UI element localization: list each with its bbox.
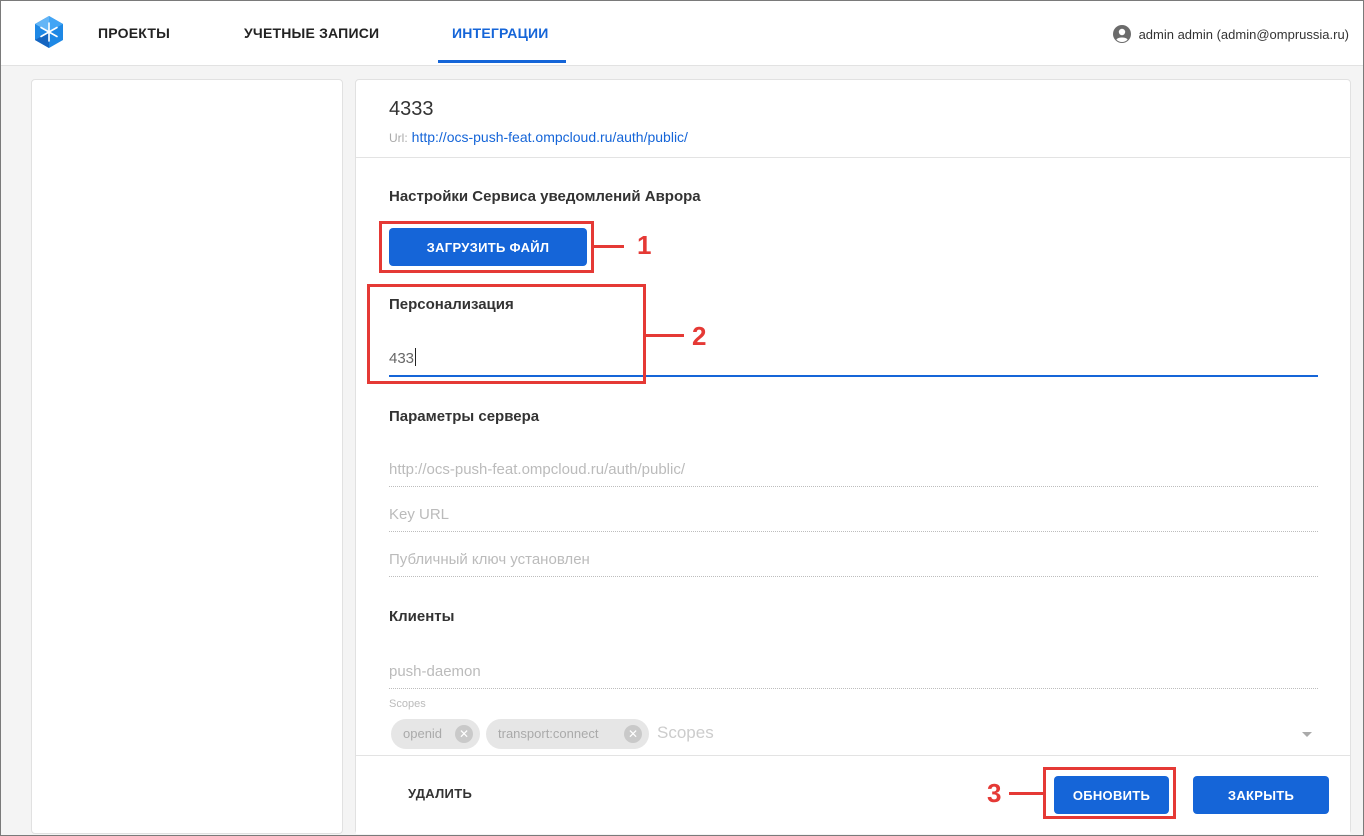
- user-name: admin admin (admin@omprussia.ru): [1138, 26, 1349, 42]
- delete-button[interactable]: УДАЛИТЬ: [408, 786, 472, 801]
- scope-chip-openid: openid ✕: [391, 719, 480, 749]
- nav-accounts[interactable]: УЧЕТНЫЕ ЗАПИСИ: [244, 1, 379, 65]
- user-menu[interactable]: admin admin (admin@omprussia.ru): [1112, 23, 1349, 45]
- scope-chip-transport-connect: transport:connect ✕: [486, 719, 649, 749]
- public-key-field[interactable]: Публичный ключ установлен: [389, 551, 1318, 577]
- chip-remove-icon[interactable]: ✕: [624, 725, 642, 743]
- annotation-line-2: [646, 334, 684, 337]
- integration-url-link[interactable]: http://ocs-push-feat.ompcloud.ru/auth/pu…: [412, 129, 688, 145]
- key-url-field[interactable]: Key URL: [389, 506, 1318, 532]
- dropdown-arrow-icon[interactable]: [1302, 732, 1312, 737]
- annotation-number-1: 1: [637, 230, 652, 260]
- panel-footer: УДАЛИТЬ ОБНОВИТЬ ЗАКРЫТЬ: [356, 755, 1350, 834]
- scopes-label: Scopes: [389, 698, 426, 710]
- scopes-placeholder: Scopes: [657, 723, 714, 742]
- client-name-field[interactable]: push-daemon: [389, 663, 1318, 689]
- chip-remove-icon[interactable]: ✕: [455, 725, 473, 743]
- clients-title: Клиенты: [389, 608, 455, 625]
- server-params-title: Параметры сервера: [389, 408, 540, 425]
- integrations-list-panel: [31, 79, 343, 834]
- annotation-number-2: 2: [692, 321, 707, 351]
- aurora-settings-title: Настройки Сервиса уведомлений Аврора: [389, 188, 701, 205]
- server-url-field[interactable]: http://ocs-push-feat.ompcloud.ru/auth/pu…: [389, 461, 1318, 487]
- annotation-box-2: [367, 284, 646, 384]
- annotation-box-3: [1043, 767, 1176, 819]
- annotation-number-3: 3: [987, 778, 1002, 808]
- annotation-box-1: [379, 221, 594, 273]
- nav-projects[interactable]: ПРОЕКТЫ: [98, 1, 170, 65]
- annotation-line-1: [594, 245, 624, 248]
- integration-url-line: Url: http://ocs-push-feat.ompcloud.ru/aut…: [389, 129, 688, 145]
- annotation-line-3: [1009, 792, 1043, 795]
- scope-chip-label: transport:connect: [498, 726, 599, 741]
- nav-integrations[interactable]: ИНТЕГРАЦИИ: [452, 1, 549, 65]
- integration-header: 4333 Url: http://ocs-push-feat.ompcloud.r…: [356, 80, 1350, 158]
- active-tab-indicator: [438, 60, 566, 63]
- close-button[interactable]: ЗАКРЫТЬ: [1193, 776, 1329, 814]
- app-logo-icon[interactable]: [32, 15, 66, 49]
- integration-title: 4333: [389, 98, 434, 120]
- scopes-select[interactable]: openid ✕ transport:connect ✕ Scopes: [389, 717, 1318, 757]
- integration-details-panel: 4333 Url: http://ocs-push-feat.ompcloud.r…: [355, 79, 1351, 834]
- user-avatar-icon: [1112, 25, 1131, 43]
- scope-chip-label: openid: [403, 726, 443, 741]
- top-navigation-bar: ПРОЕКТЫ УЧЕТНЫЕ ЗАПИСИ ИНТЕГРАЦИИ admin …: [1, 1, 1363, 66]
- url-prefix: Url:: [389, 131, 408, 145]
